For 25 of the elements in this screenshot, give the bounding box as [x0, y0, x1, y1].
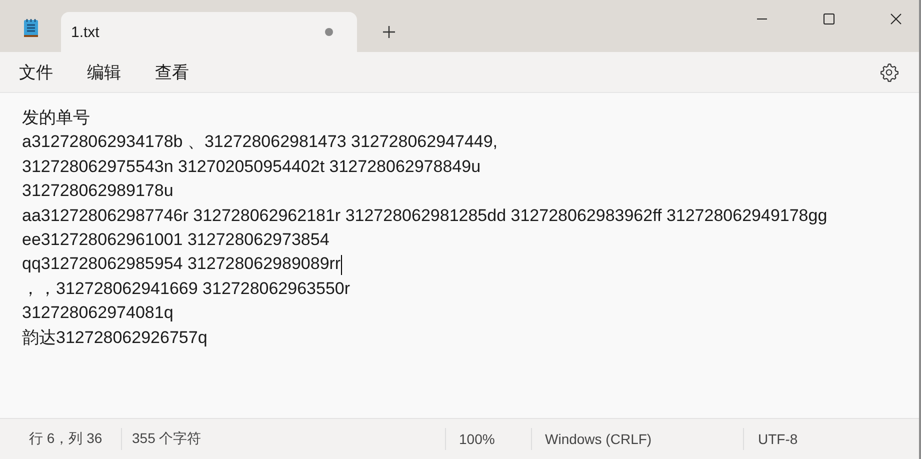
maximize-icon[interactable]	[823, 13, 835, 25]
character-count: 355 个字符	[121, 428, 445, 450]
encoding: UTF-8	[743, 428, 798, 450]
menu-item[interactable]: 编辑	[87, 60, 121, 84]
settings-icon[interactable]	[879, 62, 899, 82]
file-tab[interactable]: 1.txt	[61, 12, 357, 52]
notepad-icon	[23, 18, 39, 38]
close-icon[interactable]	[890, 13, 902, 25]
text-line: 312728062975543n 312702050954402t 312728062978849u	[22, 156, 481, 178]
line-ending: Windows (CRLF)	[531, 428, 743, 450]
text-line: qq312728062985954 312728062989089rr	[22, 253, 341, 276]
text-line: ee312728062961001 312728062973854	[22, 228, 330, 251]
text-line: 发的单号	[22, 107, 90, 129]
menu-item[interactable]: 文件	[19, 60, 53, 84]
new-tab-icon[interactable]	[382, 25, 396, 39]
text-line: ，，312728062941669 312728062963550r	[22, 278, 350, 300]
cursor-position: 行 6，列 36	[28, 429, 104, 448]
text-line: aa312728062987746r 312728062962181r 312728062981285dd 312728062983962ff 312728062949178gg	[22, 204, 828, 227]
text-line: 韵达312728062926757q	[22, 326, 208, 349]
tab-title: 1.txt	[71, 24, 100, 40]
text-line: a312728062934178b 、312728062981473 312728062947449,	[22, 131, 498, 154]
menu-item[interactable]: 查看	[155, 60, 189, 84]
text-line: 312728062989178u	[22, 180, 174, 202]
zoom-level: 100%	[445, 428, 531, 450]
text-line: 312728062974081q	[22, 302, 174, 324]
